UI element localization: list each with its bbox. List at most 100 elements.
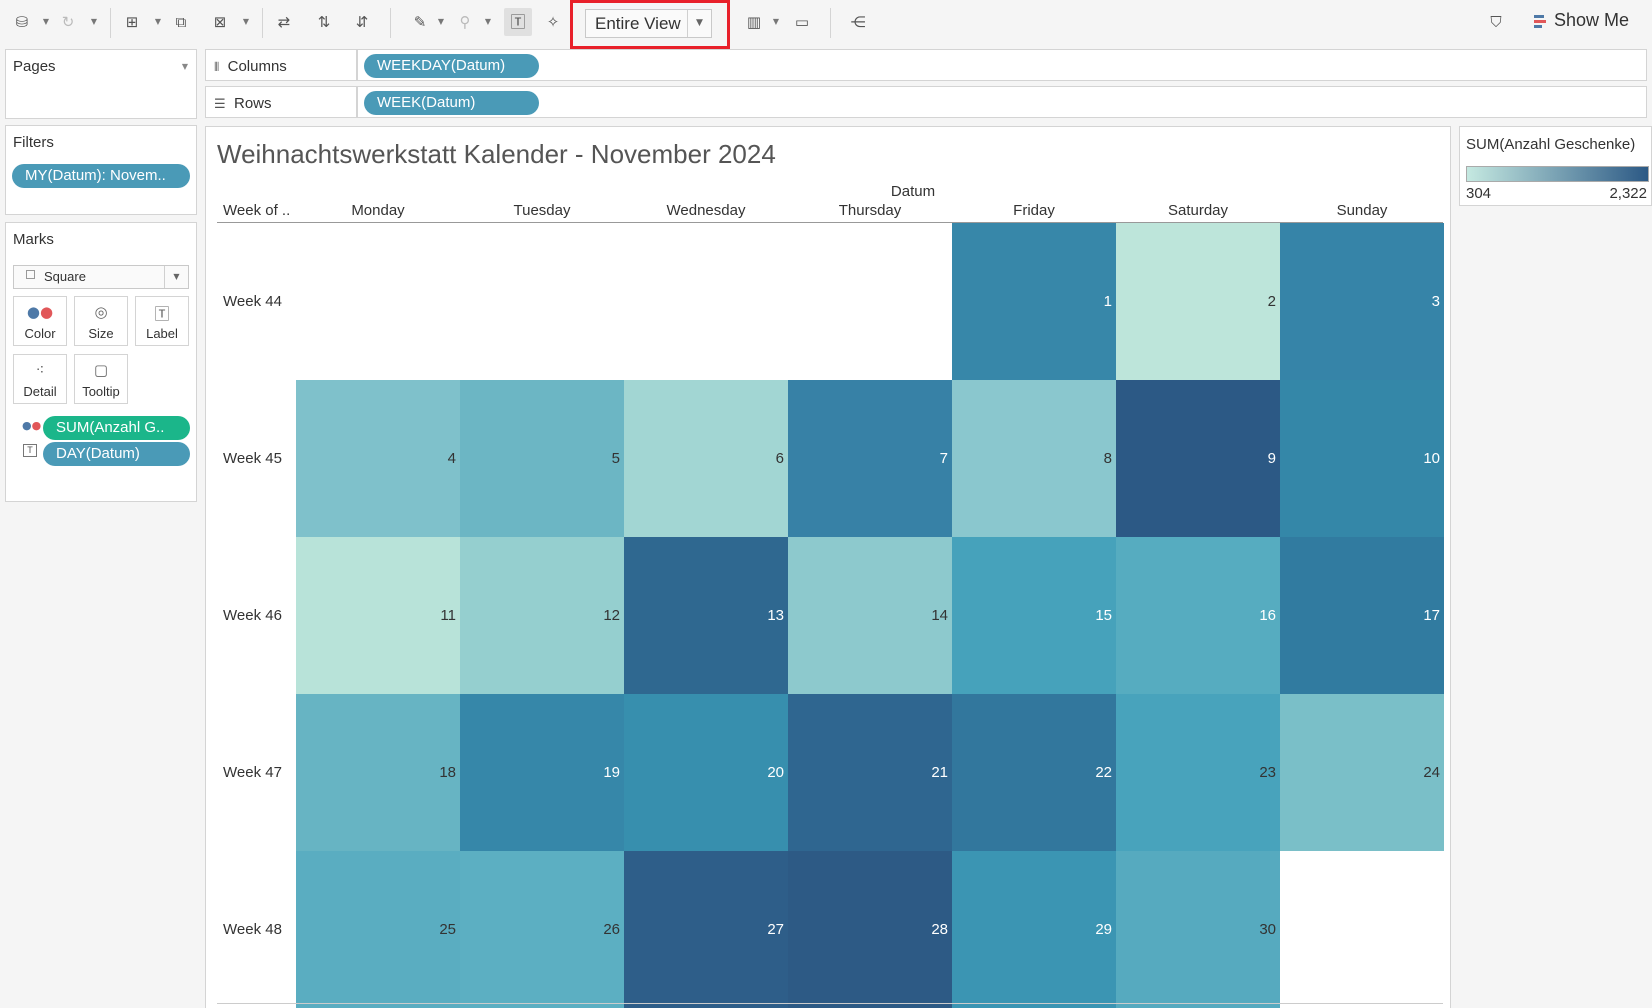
show-cards-caret-icon[interactable]: ▼ bbox=[772, 12, 780, 32]
heatmap-cell[interactable]: 23 bbox=[1116, 694, 1280, 851]
heatmap-cell[interactable]: 29 bbox=[952, 851, 1116, 1008]
sort-ascending-icon[interactable]: ⇅ bbox=[314, 12, 334, 32]
heatmap-cell[interactable]: 7 bbox=[788, 380, 952, 537]
toolbar-divider bbox=[830, 8, 831, 38]
heatmap-cell[interactable]: 5 bbox=[460, 380, 624, 537]
heatmap-cell[interactable]: 21 bbox=[788, 694, 952, 851]
heatmap-cell[interactable]: 9 bbox=[1116, 380, 1280, 537]
rows-shelf-label-area: ☰ Rows bbox=[205, 86, 357, 118]
new-worksheet-caret-icon[interactable]: ▼ bbox=[154, 12, 162, 32]
show-mark-labels-icon[interactable]: 🅃 bbox=[504, 8, 532, 36]
datasource-icon[interactable]: ⛁ bbox=[12, 12, 32, 32]
columns-shelf[interactable]: WEEKDAY(Datum) bbox=[357, 49, 1647, 81]
cell-day-label: 25 bbox=[439, 921, 456, 938]
row-header-week[interactable]: Week 47 bbox=[223, 764, 282, 781]
size-label: Size bbox=[88, 326, 114, 341]
heatmap-cell[interactable]: 8 bbox=[952, 380, 1116, 537]
heatmap-cell[interactable]: 2 bbox=[1116, 223, 1280, 380]
chevron-down-icon[interactable]: ▼ bbox=[687, 10, 711, 37]
highlight-caret-icon[interactable]: ▼ bbox=[437, 12, 445, 32]
heatmap-cell[interactable]: 24 bbox=[1280, 694, 1444, 851]
column-header-sunday[interactable]: Sunday bbox=[1280, 202, 1444, 219]
column-header-thursday[interactable]: Thursday bbox=[788, 202, 952, 219]
show-cards-icon[interactable]: ▥ bbox=[744, 12, 764, 32]
refresh-caret-icon[interactable]: ▼ bbox=[90, 12, 98, 32]
detail-button[interactable]: ⁖ Detail bbox=[13, 354, 67, 404]
column-header-wednesday[interactable]: Wednesday bbox=[624, 202, 788, 219]
heatmap-cell[interactable]: 27 bbox=[624, 851, 788, 1008]
filter-pill-month[interactable]: MY(Datum): Novem.. bbox=[12, 164, 190, 188]
label-icon: 🅃 bbox=[154, 305, 170, 323]
mark-type-dropdown[interactable]: Square ▼ bbox=[13, 265, 189, 289]
heatmap-cell[interactable]: 1 bbox=[952, 223, 1116, 380]
column-header-saturday[interactable]: Saturday bbox=[1116, 202, 1280, 219]
legend-gradient bbox=[1466, 166, 1649, 182]
new-worksheet-icon[interactable]: ⊞ bbox=[122, 12, 142, 32]
heatmap-cell[interactable]: 25 bbox=[296, 851, 460, 1008]
viz-title: Weihnachtswerkstatt Kalender - November … bbox=[217, 139, 776, 169]
heatmap-cell[interactable]: 15 bbox=[952, 537, 1116, 694]
heatmap-cell[interactable]: 20 bbox=[624, 694, 788, 851]
heatmap-cell[interactable]: 11 bbox=[296, 537, 460, 694]
row-header-week[interactable]: Week 46 bbox=[223, 607, 282, 624]
sort-descending-icon[interactable]: ⇵ bbox=[352, 12, 372, 32]
mark-pill-sum-anzahl[interactable]: SUM(Anzahl G.. bbox=[43, 416, 190, 440]
heatmap-cell[interactable]: 26 bbox=[460, 851, 624, 1008]
highlight-icon[interactable]: ✎ bbox=[410, 12, 430, 32]
share-icon[interactable]: ⋲ bbox=[848, 12, 868, 32]
tooltip-button[interactable]: ▢ Tooltip bbox=[74, 354, 128, 404]
color-legend[interactable]: SUM(Anzahl Geschenke) 304 2,322 bbox=[1459, 126, 1652, 206]
rows-shelf[interactable]: WEEK(Datum) bbox=[357, 86, 1647, 118]
show-me-button[interactable]: Show Me bbox=[1554, 10, 1629, 31]
rows-pill-week[interactable]: WEEK(Datum) bbox=[364, 91, 539, 115]
mark-pill-day-datum[interactable]: DAY(Datum) bbox=[43, 442, 190, 466]
column-header-friday[interactable]: Friday bbox=[952, 202, 1116, 219]
cell-day-label: 1 bbox=[1103, 293, 1112, 310]
row-header-week[interactable]: Week 48 bbox=[223, 921, 282, 938]
cell-day-label: 20 bbox=[767, 764, 784, 781]
format-painter-icon[interactable]: ⛉ bbox=[1486, 12, 1506, 32]
heatmap-cell[interactable]: 12 bbox=[460, 537, 624, 694]
heatmap-cell[interactable]: 16 bbox=[1116, 537, 1280, 694]
label-button[interactable]: 🅃 Label bbox=[135, 296, 189, 346]
cell-day-label: 29 bbox=[1095, 921, 1112, 938]
heatmap-cell[interactable]: 4 bbox=[296, 380, 460, 537]
presentation-mode-icon[interactable]: ▭ bbox=[792, 12, 812, 32]
heatmap-cell[interactable]: 14 bbox=[788, 537, 952, 694]
heatmap-cell[interactable]: 30 bbox=[1116, 851, 1280, 1008]
column-header-monday[interactable]: Monday bbox=[296, 202, 460, 219]
heatmap-cell[interactable]: 13 bbox=[624, 537, 788, 694]
color-button[interactable]: ●● Color bbox=[13, 296, 67, 346]
cell-day-label: 9 bbox=[1267, 450, 1276, 467]
heatmap-cell[interactable]: 22 bbox=[952, 694, 1116, 851]
chevron-down-icon[interactable]: ▼ bbox=[164, 266, 188, 288]
heatmap-cell[interactable]: 3 bbox=[1280, 223, 1444, 380]
column-header-tuesday[interactable]: Tuesday bbox=[460, 202, 624, 219]
group-caret-icon[interactable]: ▼ bbox=[484, 12, 492, 32]
heatmap-cell[interactable]: 19 bbox=[460, 694, 624, 851]
heatmap-cell[interactable]: 17 bbox=[1280, 537, 1444, 694]
clear-sheet-icon[interactable]: ⊠ bbox=[210, 12, 230, 32]
heatmap-cell[interactable]: 6 bbox=[624, 380, 788, 537]
refresh-icon[interactable]: ↻ bbox=[58, 12, 78, 32]
duplicate-sheet-icon[interactable]: ⧉ bbox=[171, 12, 191, 32]
datasource-caret-icon[interactable]: ▼ bbox=[42, 12, 50, 32]
pages-menu-icon[interactable]: ▼ bbox=[182, 62, 188, 71]
rows-shelf-title: ☰ Rows bbox=[214, 95, 272, 112]
pin-axes-icon[interactable]: ✧ bbox=[543, 12, 563, 32]
show-me-icon[interactable] bbox=[1534, 15, 1546, 29]
heatmap-cell[interactable]: 10 bbox=[1280, 380, 1444, 537]
legend-min: 304 bbox=[1466, 185, 1492, 202]
clear-sheet-caret-icon[interactable]: ▼ bbox=[242, 12, 250, 32]
heatmap-cell[interactable]: 28 bbox=[788, 851, 952, 1008]
group-members-icon[interactable]: ⚲ bbox=[455, 12, 475, 32]
swap-rows-columns-icon[interactable]: ⇄ bbox=[274, 12, 294, 32]
bottom-divider bbox=[217, 1003, 1443, 1004]
size-button[interactable]: ◎ Size bbox=[74, 296, 128, 346]
heatmap-cell[interactable]: 18 bbox=[296, 694, 460, 851]
fit-dropdown[interactable]: Entire View ▼ bbox=[585, 9, 712, 38]
columns-pill-weekday[interactable]: WEEKDAY(Datum) bbox=[364, 54, 539, 78]
row-header-week[interactable]: Week 45 bbox=[223, 450, 282, 467]
cell-day-label: 12 bbox=[603, 607, 620, 624]
row-header-week[interactable]: Week 44 bbox=[223, 293, 282, 310]
